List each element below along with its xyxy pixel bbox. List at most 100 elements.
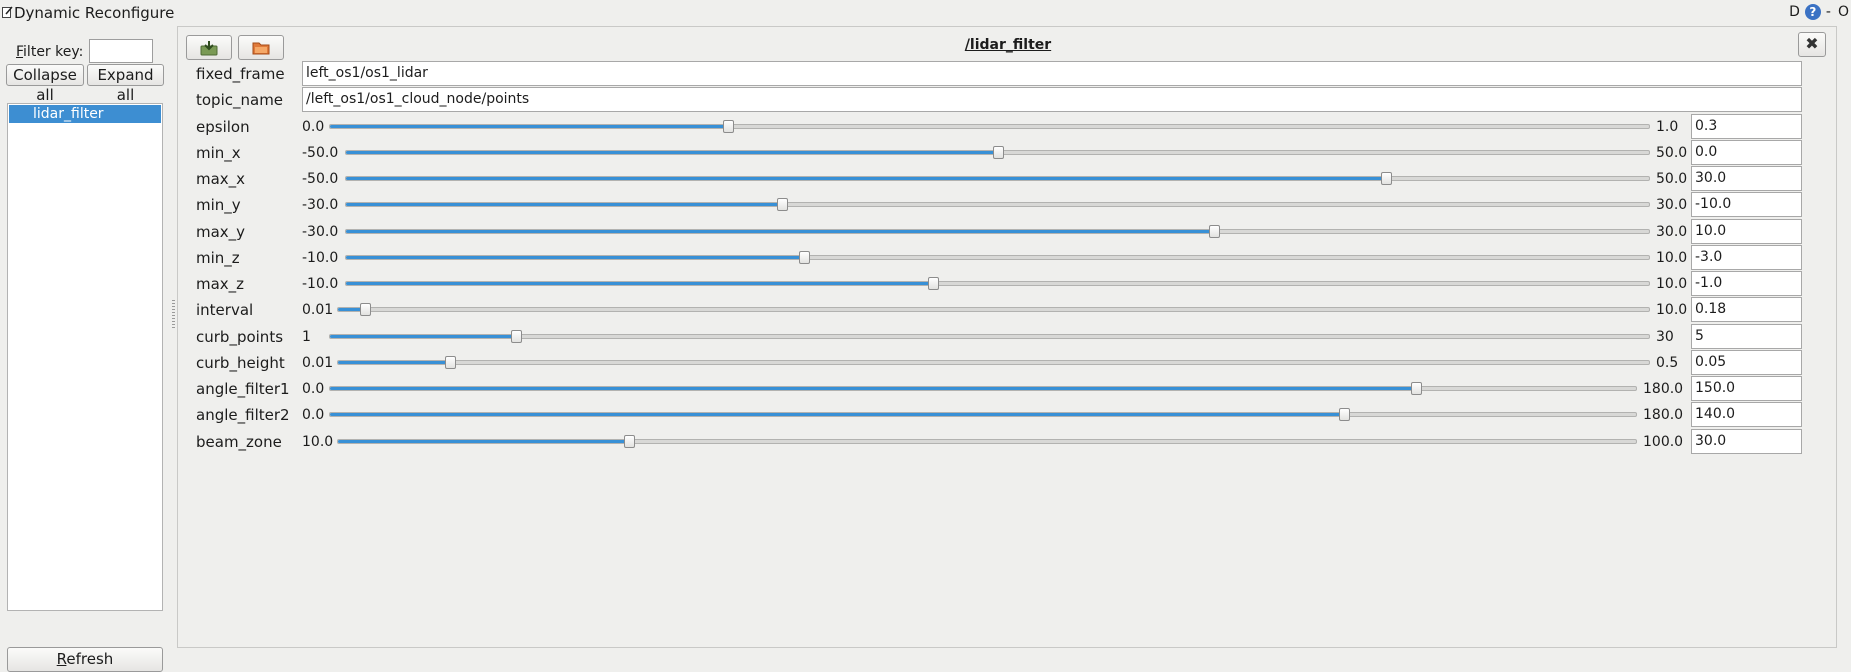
window-controls: D ? - O bbox=[1787, 4, 1851, 20]
refresh-button[interactable]: Refresh bbox=[7, 647, 163, 672]
param-value-field[interactable]: 0.0 bbox=[1691, 139, 1802, 165]
slider-handle[interactable] bbox=[1208, 224, 1220, 238]
param-row-topic_name: topic_name/left_os1/os1_cloud_node/point… bbox=[178, 87, 1838, 113]
slider-track[interactable] bbox=[336, 355, 1650, 369]
slider-track[interactable] bbox=[345, 277, 1650, 290]
slider-fill bbox=[330, 387, 1416, 390]
param-value-field[interactable]: 30.0 bbox=[1691, 428, 1802, 454]
slider-handle[interactable] bbox=[777, 198, 789, 212]
slider-fill bbox=[337, 360, 450, 364]
slider-min-label: -50.0 bbox=[302, 171, 339, 187]
slider-max-label: 100.0 bbox=[1643, 433, 1684, 450]
close-window-button[interactable]: O bbox=[1836, 4, 1851, 20]
slider-max-label: 10.0 bbox=[1656, 302, 1688, 319]
filter-key-label: Filter key: bbox=[16, 44, 84, 60]
slider-min-label: -10.0 bbox=[302, 249, 339, 266]
slider-fill bbox=[346, 229, 1214, 233]
slider-min-label: -50.0 bbox=[302, 144, 339, 161]
slider-track[interactable] bbox=[329, 408, 1637, 422]
param-text-field[interactable]: left_os1/os1_lidar bbox=[302, 61, 1802, 86]
slider-track[interactable] bbox=[329, 119, 1650, 133]
edit-icon bbox=[2, 6, 13, 18]
param-name: interval bbox=[196, 301, 254, 320]
slider-min-label: 10.0 bbox=[302, 433, 334, 450]
param-value-field[interactable]: 0.3 bbox=[1691, 113, 1802, 139]
slider-max-label: 30 bbox=[1656, 328, 1674, 345]
slider-track[interactable] bbox=[329, 329, 1650, 343]
param-value-field[interactable]: 30.0 bbox=[1691, 166, 1802, 191]
slider-handle[interactable] bbox=[723, 119, 734, 133]
param-text-field[interactable]: /left_os1/os1_cloud_node/points bbox=[302, 87, 1802, 113]
param-name: min_y bbox=[196, 196, 241, 215]
param-row-max_y: max_y -30.0 30.0 10.0 bbox=[178, 218, 1838, 245]
param-name: min_z bbox=[196, 248, 240, 267]
d-button[interactable]: D bbox=[1787, 4, 1802, 20]
param-value-field[interactable]: -3.0 bbox=[1691, 244, 1802, 270]
expand-all-button[interactable]: Expand all bbox=[87, 64, 164, 104]
window-titlebar: Dynamic Reconfigure D ? - O bbox=[0, 0, 1851, 26]
slider-max-label: 30.0 bbox=[1656, 197, 1688, 214]
slider-handle[interactable] bbox=[1381, 172, 1393, 185]
param-row-angle_filter2: angle_filter2 0.0 180.0 140.0 bbox=[178, 402, 1838, 428]
close-node-button[interactable]: ✖ bbox=[1798, 32, 1826, 57]
slider-max-label: 50.0 bbox=[1656, 171, 1688, 187]
tree-item-lidar-filter[interactable]: lidar_filter bbox=[9, 105, 161, 123]
param-row-beam_zone: beam_zone 10.0 100.0 30.0 bbox=[178, 428, 1838, 455]
slider-fill bbox=[330, 413, 1344, 417]
slider-min-label: -30.0 bbox=[302, 197, 339, 214]
slider-track[interactable] bbox=[345, 172, 1650, 185]
slider-track[interactable] bbox=[345, 145, 1650, 159]
param-value-field[interactable]: 150.0 bbox=[1691, 376, 1802, 401]
param-value-field[interactable]: 5 bbox=[1691, 323, 1802, 349]
slider-track[interactable] bbox=[336, 434, 1637, 448]
param-value-field[interactable]: 140.0 bbox=[1691, 402, 1802, 428]
slider-fill bbox=[346, 150, 998, 154]
param-value-field[interactable]: -1.0 bbox=[1691, 271, 1802, 296]
slider-max-label: 50.0 bbox=[1656, 144, 1688, 161]
slider-handle[interactable] bbox=[624, 434, 636, 448]
param-name: max_z bbox=[196, 275, 245, 293]
slider-track[interactable] bbox=[336, 303, 1650, 317]
slider-handle[interactable] bbox=[1338, 408, 1350, 422]
splitter-handle[interactable] bbox=[172, 300, 175, 328]
slider-track[interactable] bbox=[345, 224, 1650, 238]
save-button[interactable] bbox=[186, 35, 232, 60]
param-name: fixed_frame bbox=[196, 65, 285, 83]
param-value-field[interactable]: 0.05 bbox=[1691, 349, 1802, 375]
help-icon[interactable]: ? bbox=[1804, 4, 1821, 20]
param-row-curb_height: curb_height 0.01 0.5 0.05 bbox=[178, 349, 1838, 376]
slider-min-label: -10.0 bbox=[302, 276, 339, 292]
slider-handle[interactable] bbox=[798, 250, 810, 264]
slider-fill bbox=[330, 334, 516, 338]
param-name: angle_filter2 bbox=[196, 406, 290, 425]
slider-max-label: 180.0 bbox=[1643, 407, 1684, 424]
collapse-all-button[interactable]: Collapse all bbox=[6, 64, 84, 104]
param-value-field[interactable]: -10.0 bbox=[1691, 192, 1802, 218]
param-name: topic_name bbox=[196, 91, 284, 110]
param-row-max_z: max_z -10.0 10.0 -1.0 bbox=[178, 271, 1838, 297]
slider-fill bbox=[330, 124, 728, 128]
filter-key-input[interactable] bbox=[89, 39, 153, 63]
minimize-button[interactable]: - bbox=[1824, 4, 1833, 20]
slider-fill bbox=[337, 439, 630, 443]
slider-handle[interactable] bbox=[510, 329, 522, 343]
param-row-max_x: max_x -50.0 50.0 30.0 bbox=[178, 166, 1838, 192]
load-button[interactable] bbox=[238, 35, 284, 60]
slider-track[interactable] bbox=[329, 382, 1637, 395]
sidebar: Filter key: Collapse all Expand all lida… bbox=[0, 26, 170, 672]
slider-handle[interactable] bbox=[1410, 382, 1422, 395]
slider-handle[interactable] bbox=[993, 145, 1004, 159]
param-row-angle_filter1: angle_filter1 0.0 180.0 150.0 bbox=[178, 376, 1838, 402]
param-value-field[interactable]: 0.18 bbox=[1691, 297, 1802, 323]
slider-min-label: 0.0 bbox=[302, 118, 325, 135]
param-value-field[interactable]: 10.0 bbox=[1691, 218, 1802, 244]
param-row-min_x: min_x -50.0 50.0 0.0 bbox=[178, 139, 1838, 166]
slider-handle[interactable] bbox=[444, 355, 456, 369]
slider-handle[interactable] bbox=[928, 277, 940, 290]
slider-handle[interactable] bbox=[359, 303, 371, 317]
slider-track[interactable] bbox=[345, 250, 1650, 264]
param-row-min_z: min_z -10.0 10.0 -3.0 bbox=[178, 244, 1838, 271]
slider-max-label: 30.0 bbox=[1656, 223, 1688, 240]
slider-track[interactable] bbox=[345, 198, 1650, 212]
node-tree[interactable]: lidar_filter bbox=[7, 103, 163, 611]
